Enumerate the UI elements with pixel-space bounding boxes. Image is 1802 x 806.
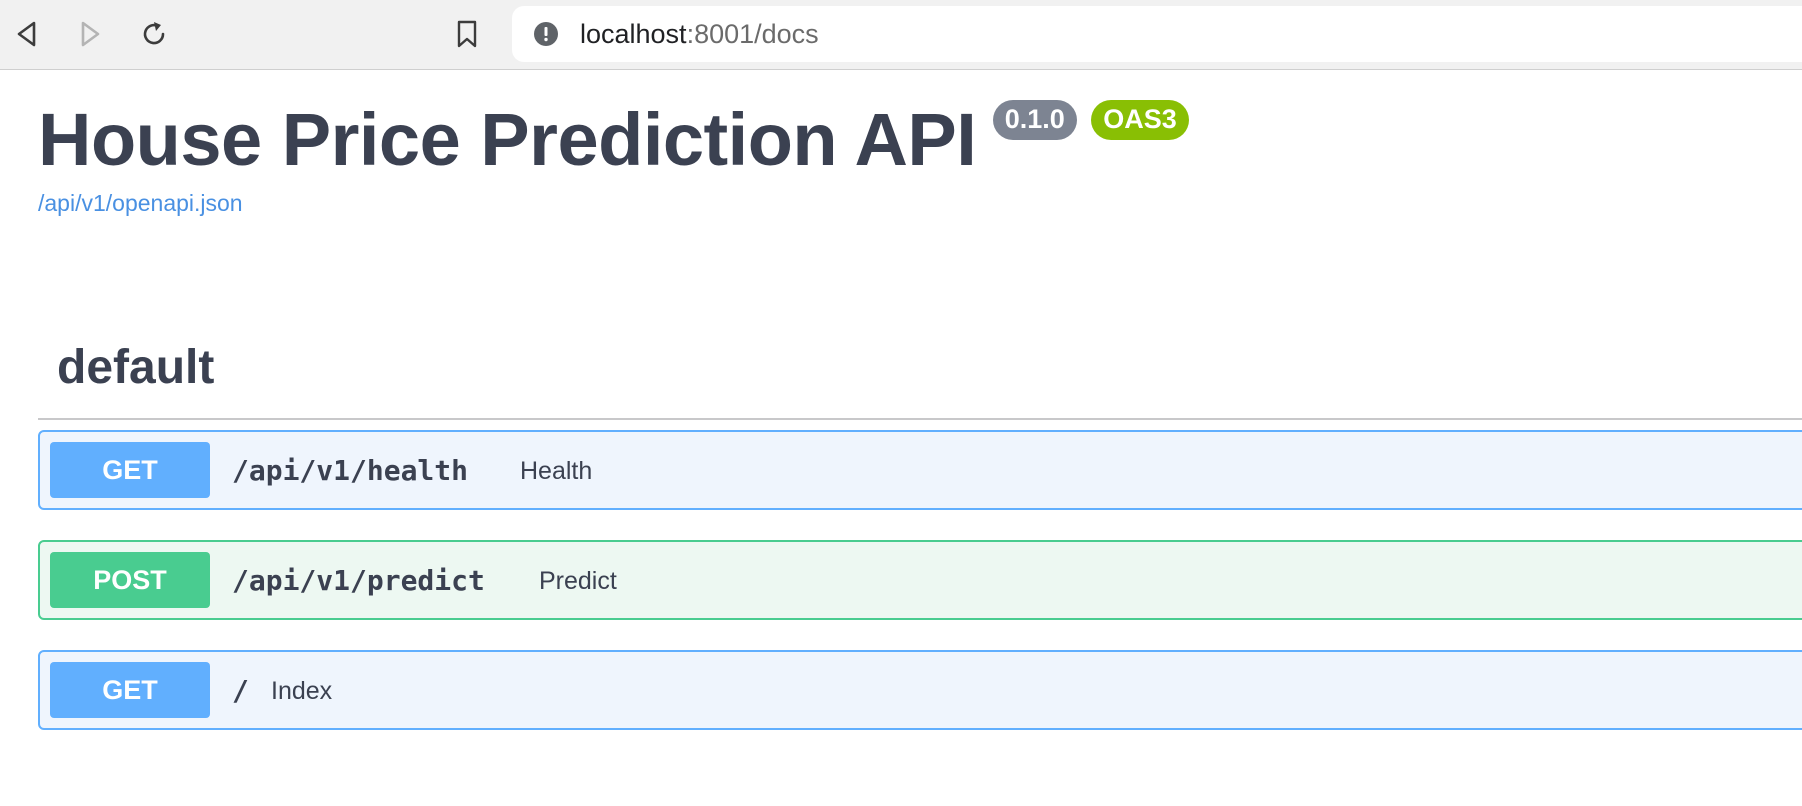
swagger-page: House Price Prediction API 0.1.0 OAS3 /a… xyxy=(0,70,1802,806)
reload-icon[interactable] xyxy=(137,17,171,51)
operation-summary: Predict xyxy=(539,567,617,595)
operation-summary: Health xyxy=(520,457,593,485)
operation-get-health[interactable]: GET /api/v1/health Health xyxy=(38,430,1802,510)
api-info-header: House Price Prediction API 0.1.0 OAS3 xyxy=(38,98,1189,182)
operation-path: /api/v1/predict xyxy=(232,564,485,597)
forward-arrow-icon[interactable] xyxy=(73,17,107,51)
method-badge-post: POST xyxy=(50,552,210,608)
tag-section-heading[interactable]: default xyxy=(57,340,214,396)
bookmark-icon[interactable] xyxy=(450,17,484,51)
operation-post-predict[interactable]: POST /api/v1/predict Predict xyxy=(38,540,1802,620)
info-icon[interactable] xyxy=(534,22,558,46)
api-title: House Price Prediction API xyxy=(38,98,977,181)
operation-path: / xyxy=(232,674,249,707)
url-path: :8001/docs xyxy=(686,19,819,49)
operation-get-index[interactable]: GET / Index xyxy=(38,650,1802,730)
operation-path: /api/v1/health xyxy=(232,454,469,487)
url-text: localhost:8001/docs xyxy=(580,20,819,48)
address-bar[interactable]: localhost:8001/docs xyxy=(512,6,1802,62)
browser-toolbar: localhost:8001/docs xyxy=(0,0,1802,70)
version-badge: 0.1.0 xyxy=(992,100,1077,140)
back-arrow-icon[interactable] xyxy=(10,17,44,51)
section-divider xyxy=(38,418,1802,420)
operation-summary: Index xyxy=(271,677,333,705)
openapi-spec-link[interactable]: /api/v1/openapi.json xyxy=(38,190,243,217)
oas-badge: OAS3 xyxy=(1091,100,1189,140)
url-host: localhost xyxy=(580,19,687,49)
method-badge-get: GET xyxy=(50,442,210,498)
method-badge-get: GET xyxy=(50,662,210,718)
